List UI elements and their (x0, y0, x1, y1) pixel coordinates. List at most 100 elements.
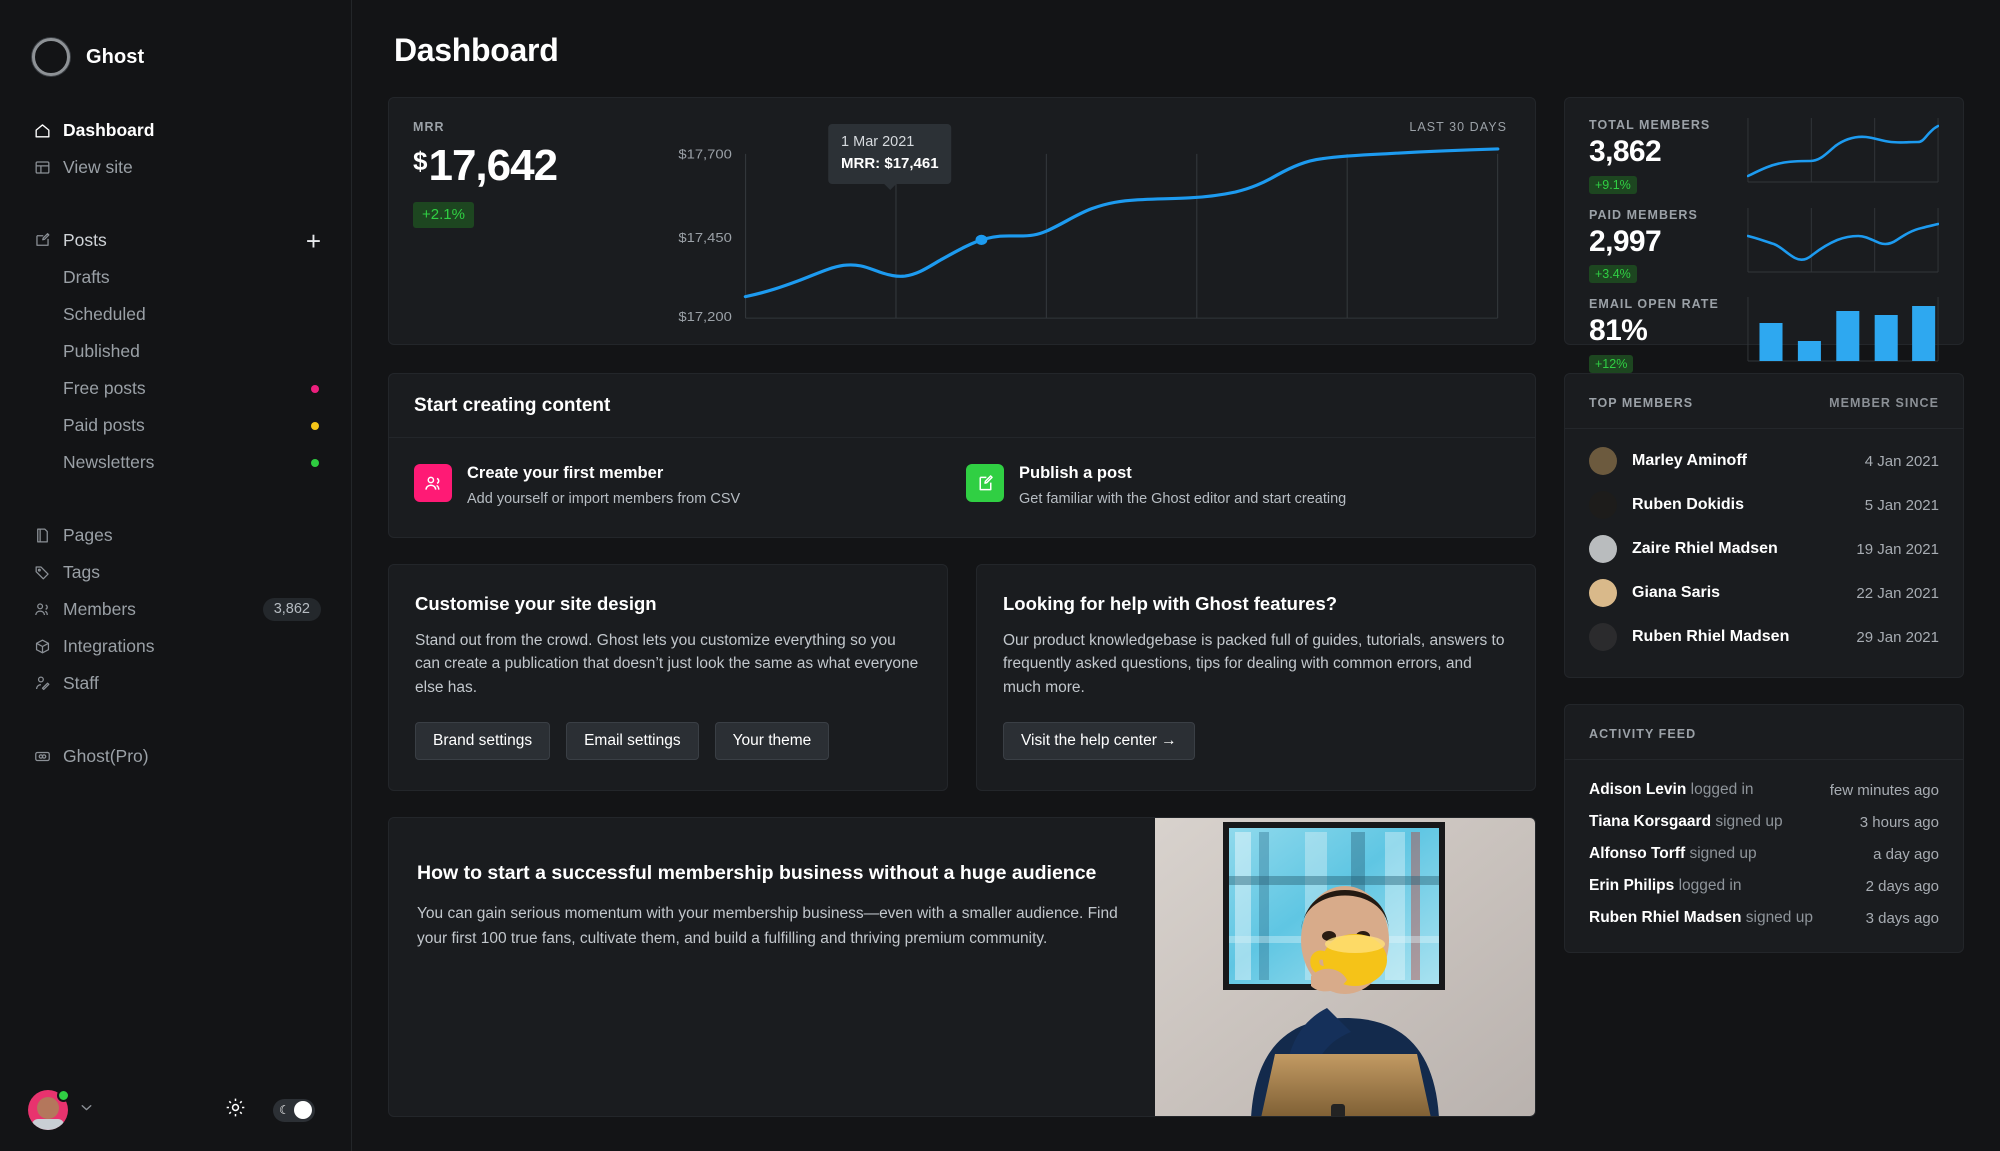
metric-paid-members: PAID MEMBERS 2,997 +3.4% (1589, 207, 1940, 283)
article-title: How to start a successful membership bus… (417, 861, 1097, 884)
brand[interactable]: Ghost (0, 0, 351, 76)
sidebar-item-published[interactable]: Published (0, 333, 351, 370)
top-members-list: Marley Aminoff 4 Jan 2021 Ruben Dokidis … (1565, 429, 1963, 677)
mrr-card: MRR $17,642 +2.1% LAST 30 DAYS $17,700 $… (388, 97, 1536, 345)
activity-text: Adison Levin logged in (1589, 781, 1830, 799)
ghost-logo-icon (32, 38, 70, 76)
sidebar-item-pages[interactable]: Pages (0, 517, 351, 554)
main-content: Dashboard MRR $17,642 +2.1% LAST 30 DAYS (352, 0, 2000, 1151)
members-count-badge: 3,862 (262, 598, 321, 621)
sidebar-item-published-label: Published (63, 341, 140, 361)
metric-email-open-rate-info: EMAIL OPEN RATE 81% +12% (1589, 297, 1747, 373)
sidebar-item-scheduled-label: Scheduled (63, 304, 146, 324)
metric-total-members: TOTAL MEMBERS 3,862 +9.1% (1589, 118, 1940, 194)
mrr-kicker: MRR (413, 120, 445, 134)
create-first-member-subtitle: Add yourself or import members from CSV (467, 490, 741, 507)
toggle-knob (294, 1101, 312, 1119)
metrics-card: TOTAL MEMBERS 3,862 +9.1% PAID MEMBERS 2… (1564, 97, 1964, 373)
email-settings-button[interactable]: Email settings (566, 721, 699, 760)
brand-settings-button[interactable]: Brand settings (415, 721, 551, 760)
sidebar-footer-actions: ☾ (224, 1096, 315, 1124)
top-member-name: Zaire Rhiel Madsen (1632, 540, 1778, 557)
sidebar-footer: ☾ (0, 1069, 351, 1151)
chevron-down-icon[interactable] (78, 1099, 95, 1121)
activity-row[interactable]: Alfonso Torff signed up a day ago (1589, 838, 1939, 870)
activity-action: logged in (1690, 781, 1754, 798)
sidebar-nav: Dashboard View site Posts + Drafts Sched… (0, 112, 351, 775)
sidebar-item-integrations-label: Integrations (63, 636, 155, 656)
sidebar-item-posts-label: Posts (63, 230, 107, 250)
publish-post-action[interactable]: Publish a post Get familiar with the Gho… (966, 464, 1510, 509)
mrr-chart[interactable]: $17,700 $17,450 $17,200 1 Mar 2021 MRR: … (643, 124, 1509, 324)
sidebar-item-tags[interactable]: Tags (0, 554, 351, 591)
activity-time: 3 hours ago (1859, 813, 1939, 831)
sidebar-item-posts[interactable]: Posts + (0, 222, 351, 259)
total-members-sparkline (1746, 118, 1940, 184)
your-theme-button[interactable]: Your theme (714, 721, 830, 760)
mrr-tooltip-value: MRR: $17,461 (841, 154, 939, 172)
sidebar-item-members-label: Members (63, 599, 136, 619)
activity-action: signed up (1745, 909, 1813, 926)
sidebar-item-drafts[interactable]: Drafts (0, 259, 351, 296)
activity-action: signed up (1715, 813, 1783, 830)
activity-name: Adison Levin (1589, 781, 1687, 798)
sidebar-item-staff-label: Staff (63, 673, 99, 693)
top-member-row[interactable]: Zaire Rhiel Madsen 19 Jan 2021 (1589, 527, 1939, 571)
activity-name: Tiana Korsgaard (1589, 813, 1712, 830)
activity-row[interactable]: Tiana Korsgaard signed up 3 hours ago (1589, 806, 1939, 838)
metric-email-open-rate-kicker: EMAIL OPEN RATE (1589, 297, 1719, 311)
sidebar-item-pages-label: Pages (63, 525, 113, 545)
mrr-amount: 17,642 (428, 141, 558, 190)
activity-name: Alfonso Torff (1589, 845, 1686, 862)
post-edit-icon (966, 464, 1004, 502)
activity-action: signed up (1689, 845, 1757, 862)
activity-row[interactable]: Adison Levin logged in few minutes ago (1589, 774, 1939, 806)
top-member-row[interactable]: Marley Aminoff 4 Jan 2021 (1589, 439, 1939, 483)
box-icon (33, 637, 63, 656)
activity-feed-kicker: ACTIVITY FEED (1589, 727, 1697, 741)
sidebar-item-newsletters[interactable]: Newsletters (0, 444, 351, 481)
mrr-active-point (975, 234, 988, 245)
theme-toggle[interactable]: ☾ (273, 1098, 315, 1122)
sidebar-item-members[interactable]: Members 3,862 (0, 591, 351, 628)
article-card[interactable]: How to start a successful membership bus… (388, 816, 1536, 1117)
article-image (1155, 817, 1535, 1116)
sidebar-item-dashboard[interactable]: Dashboard (0, 112, 351, 149)
top-member-date: 29 Jan 2021 (1856, 628, 1939, 646)
avatar (1589, 623, 1617, 651)
publish-post-title: Publish a post (1019, 464, 1132, 482)
visit-help-center-button[interactable]: Visit the help center → (1003, 721, 1195, 760)
sidebar-item-staff[interactable]: Staff (0, 665, 351, 702)
design-card-title: Customise your site design (415, 592, 657, 614)
nav-spacer-2 (0, 481, 351, 517)
sidebar-item-ghost-pro[interactable]: Ghost(Pro) (0, 738, 351, 775)
activity-feed-panel: ACTIVITY FEED Adison Levin logged in few… (1564, 704, 1964, 953)
activity-row[interactable]: Ruben Rhiel Madsen signed up 3 days ago (1589, 902, 1939, 934)
top-member-row[interactable]: Ruben Rhiel Madsen 29 Jan 2021 (1589, 615, 1939, 659)
activity-row[interactable]: Erin Philips logged in 2 days ago (1589, 870, 1939, 902)
plus-icon[interactable]: + (306, 228, 321, 254)
top-member-row[interactable]: Ruben Dokidis 5 Jan 2021 (1589, 483, 1939, 527)
gear-icon[interactable] (224, 1096, 247, 1124)
top-member-name: Marley Aminoff (1632, 452, 1747, 469)
sidebar-item-tags-label: Tags (63, 562, 100, 582)
sidebar-item-scheduled[interactable]: Scheduled (0, 296, 351, 333)
sidebar-item-integrations[interactable]: Integrations (0, 628, 351, 665)
avatar[interactable] (28, 1089, 70, 1130)
top-member-row[interactable]: Giana Saris 22 Jan 2021 (1589, 571, 1939, 615)
top-members-header: TOP MEMBERS MEMBER SINCE (1565, 374, 1963, 429)
right-column: TOP MEMBERS MEMBER SINCE Marley Aminoff … (1564, 373, 1964, 1117)
top-member-date: 22 Jan 2021 (1856, 584, 1939, 602)
sidebar-item-paid-posts[interactable]: Paid posts (0, 407, 351, 444)
metric-total-members-value: 3,862 (1589, 135, 1662, 168)
members-add-icon (414, 464, 452, 502)
avatar (1589, 535, 1617, 563)
metric-paid-members-value: 2,997 (1589, 224, 1662, 258)
sidebar-item-free-posts[interactable]: Free posts (0, 370, 351, 407)
top-members-kicker: TOP MEMBERS (1589, 396, 1694, 410)
sidebar-item-ghost-pro-label: Ghost(Pro) (63, 746, 149, 766)
create-first-member-action[interactable]: Create your first member Add yourself or… (414, 464, 958, 509)
metric-paid-members-kicker: PAID MEMBERS (1589, 207, 1698, 222)
sidebar-item-view-site[interactable]: View site (0, 149, 351, 186)
